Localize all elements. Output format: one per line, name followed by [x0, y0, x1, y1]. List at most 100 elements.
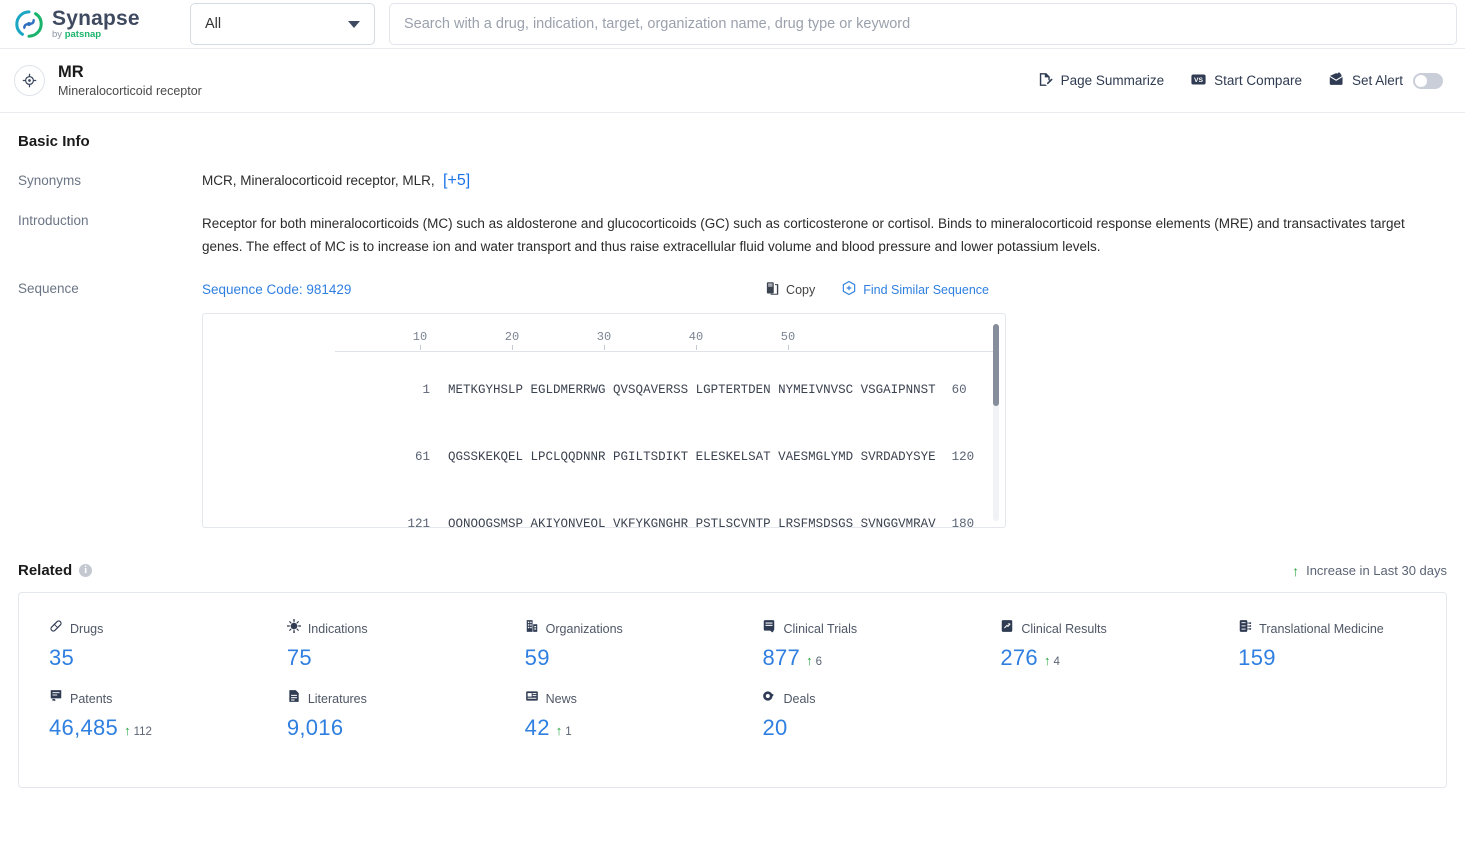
entity-header: MR Mineralocorticoid receptor Page Summa… [0, 49, 1465, 113]
related-row-1: Drugs 35 Indications 75 Organizations 59… [19, 619, 1446, 671]
related-value: 42 [524, 715, 550, 741]
arrow-up-icon: ↑ [124, 723, 131, 739]
sequence-scrollbar[interactable] [993, 324, 999, 522]
synapse-logo-icon [15, 10, 43, 38]
find-similar-sequence-button[interactable]: Find Similar Sequence [841, 280, 989, 299]
find-similar-icon [841, 280, 857, 299]
info-icon[interactable]: i [79, 564, 93, 578]
sequence-scrollbar-thumb[interactable] [993, 324, 999, 407]
related-item-drugs[interactable]: Drugs 35 [19, 619, 257, 671]
chevron-down-icon [348, 20, 360, 28]
increase-legend-label: Increase in Last 30 days [1306, 563, 1447, 579]
related-value: 159 [1238, 645, 1276, 671]
related-value: 59 [524, 645, 550, 671]
logo-brand: patsnap [64, 29, 102, 41]
related-item-organizations[interactable]: Organizations 59 [495, 619, 733, 671]
synonyms-value: MCR, Mineralocorticoid receptor, MLR, [202, 173, 435, 188]
sequence-viewer[interactable]: 10 20 30 40 50 1 METKGYHSLP EGLDMERRWG Q… [202, 313, 1006, 529]
ruler-tick: 10 [405, 330, 435, 351]
sequence-line: 1 METKGYHSLP EGLDMERRWG QVSQAVERSS LGPTER… [422, 382, 967, 397]
page-summarize-label: Page Summarize [1060, 73, 1165, 88]
related-delta: ↑ 4 [1044, 654, 1060, 668]
building-icon [525, 619, 539, 638]
basic-info-section: Basic Info Synonyms MCR, Mineralocortico… [0, 133, 1465, 529]
sequence-code-link[interactable]: Sequence Code: 981429 [202, 282, 351, 297]
sequence-line: 61 QGSSKEKQEL LPCLQQDNNR PGILTSDIKT ELESK… [415, 450, 975, 465]
related-label: Clinical Results [1021, 621, 1107, 636]
search-input[interactable] [404, 16, 1442, 32]
related-label: Deals [783, 691, 816, 706]
ruler-tick: 50 [773, 330, 803, 351]
sequence-rows: 1 METKGYHSLP EGLDMERRWG QVSQAVERSS LGPTER… [203, 356, 1005, 528]
search-field-wrapper[interactable] [389, 3, 1457, 45]
logo-tagline: by patsnap [52, 30, 140, 40]
synapse-logo[interactable]: Synapse by patsnap [14, 8, 174, 40]
related-delta-value: 1 [565, 726, 572, 739]
related-item-indications[interactable]: Indications 75 [257, 619, 495, 671]
related-metrics-card: Drugs 35 Indications 75 Organizations 59… [18, 592, 1447, 789]
sequence-row: Sequence Sequence Code: 981429 Copy Find… [18, 280, 1447, 529]
sequence-content: 10 20 30 40 50 1 METKGYHSLP EGLDMERRWG Q… [203, 314, 1005, 528]
related-delta-value: 6 [815, 656, 822, 669]
related-label: Literatures [307, 691, 367, 706]
related-value: 35 [49, 645, 75, 671]
related-title: Related [18, 562, 73, 580]
results-icon [1000, 619, 1014, 638]
news-icon [525, 689, 539, 708]
related-section: Related i ↑ Increase in Last 30 days Dru… [0, 562, 1465, 789]
related-label: Drugs [70, 621, 104, 636]
deal-icon [762, 689, 776, 708]
related-delta: ↑ 6 [806, 654, 822, 668]
start-compare-button[interactable]: VS Start Compare [1190, 71, 1302, 91]
related-value: 46,485 [49, 715, 119, 741]
related-item-clinical-trials[interactable]: Clinical Trials 877 ↑ 6 [732, 619, 970, 671]
related-item-news[interactable]: News 42 ↑ 1 [495, 689, 733, 741]
related-empty-cell [1208, 689, 1446, 741]
copy-label: Copy [786, 282, 816, 297]
set-alert-toggle[interactable] [1413, 72, 1443, 89]
related-value: 877 [762, 645, 801, 671]
synonyms-more-link[interactable]: [+5] [443, 172, 470, 189]
patent-icon [49, 689, 63, 708]
basic-info-title: Basic Info [18, 133, 90, 150]
search-scope-select[interactable]: All [190, 3, 375, 45]
related-delta: ↑ 1 [556, 724, 572, 738]
sequence-toolbar: Sequence Code: 981429 Copy Find Similar … [202, 280, 1447, 299]
related-delta-value: 112 [133, 726, 152, 739]
related-delta-value: 4 [1053, 656, 1060, 669]
molecule-icon [1238, 619, 1252, 638]
related-value: 75 [286, 645, 312, 671]
related-item-patents[interactable]: Patents 46,485 ↑ 112 [19, 689, 257, 741]
related-item-translational-medicine[interactable]: Translational Medicine 159 [1208, 619, 1446, 671]
related-label: Translational Medicine [1259, 621, 1384, 636]
related-item-clinical-results[interactable]: Clinical Results 276 ↑ 4 [970, 619, 1208, 671]
related-header: Related i ↑ Increase in Last 30 days [18, 562, 1447, 579]
related-label: News [545, 691, 577, 706]
alert-bell-icon [1328, 71, 1345, 91]
start-compare-label: Start Compare [1214, 73, 1302, 88]
sequence-line: 121 QQNQQGSMSP AKIYQNVEQL VKFYKGNGHR PSTL… [407, 517, 975, 529]
page-summarize-button[interactable]: Page Summarize [1037, 71, 1165, 91]
summarize-icon [1037, 71, 1054, 91]
copy-sequence-button[interactable]: Copy [765, 281, 815, 299]
page-title: MR [58, 62, 84, 81]
related-label: Organizations [545, 621, 623, 636]
ruler-baseline [335, 351, 995, 353]
related-label: Clinical Trials [783, 621, 858, 636]
copy-icon [765, 281, 780, 299]
arrow-up-icon: ↑ [555, 723, 563, 739]
introduction-label: Introduction [18, 213, 89, 228]
ruler-tick: 20 [497, 330, 527, 351]
literature-icon [287, 689, 301, 708]
related-item-deals[interactable]: Deals 20 [732, 689, 970, 741]
ruler-tick: 40 [681, 330, 711, 351]
sequence-label: Sequence [18, 281, 79, 297]
virus-icon [286, 619, 301, 638]
entity-name-block: MR Mineralocorticoid receptor [58, 63, 202, 99]
arrow-up-icon: ↑ [806, 653, 813, 669]
top-search-bar: Synapse by patsnap All [0, 0, 1465, 49]
related-row-2: Patents 46,485 ↑ 112 Literatures 9,016 N… [19, 689, 1446, 741]
logo-name: Synapse [52, 7, 140, 31]
related-item-literatures[interactable]: Literatures 9,016 [257, 689, 495, 741]
set-alert-button[interactable]: Set Alert [1328, 71, 1443, 91]
